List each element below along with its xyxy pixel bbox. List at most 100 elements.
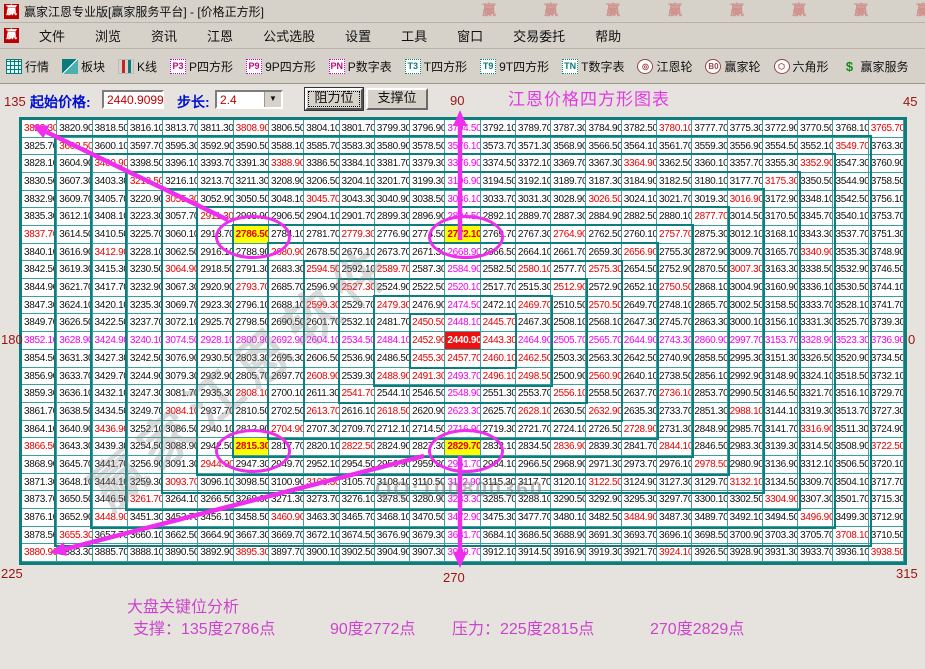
grid-cell: 3314.50 — [798, 438, 834, 456]
toolbar-item-板块[interactable]: 板块 — [62, 58, 105, 75]
grid-cell: 3602.50 — [57, 137, 93, 156]
toolbar-item-9T四方形[interactable]: T9 9T四方形 — [480, 58, 549, 75]
grid-cell: 3153.70 — [762, 332, 799, 350]
step-label: 步长: — [177, 94, 210, 110]
grid-cell: 2834.50 — [515, 438, 552, 456]
menu-item-资讯[interactable]: 资讯 — [136, 26, 192, 45]
grid-cell: 3868.90 — [22, 455, 58, 474]
grid-cell: 3792.10 — [480, 120, 516, 138]
grid-cell: 3110.50 — [410, 473, 446, 492]
watermark-logo-icon: 赢 — [792, 2, 806, 18]
grid-cell: 3079.30 — [163, 367, 199, 386]
grid-cell: 3828.10 — [22, 155, 58, 174]
step-combobox[interactable]: 2.4 ▼ — [215, 90, 283, 109]
grid-cell: 3664.90 — [198, 526, 234, 545]
grid-cell: 3144.10 — [762, 402, 799, 421]
grid-cell: 3465.70 — [339, 508, 375, 527]
grid-cell: 2748.10 — [657, 296, 693, 315]
grid-cell: 3453.70 — [163, 508, 199, 527]
grid-cell: 2779.30 — [339, 226, 375, 244]
menu-item-窗口[interactable]: 窗口 — [442, 26, 498, 45]
resistance-button[interactable]: 阻力位 — [305, 88, 363, 110]
menu-item-江恩[interactable]: 江恩 — [192, 26, 248, 45]
grid-cell: 2546.50 — [410, 385, 446, 403]
toolbar-item-T数字表[interactable]: TN T数字表 — [562, 58, 624, 75]
grid-cell: 2548.90 — [445, 385, 481, 403]
grid-cell: 3585.70 — [304, 137, 340, 156]
grid-cell: 3038.50 — [410, 190, 446, 209]
grid-cell: 2817.70 — [268, 438, 305, 456]
grid-cell: 3516.10 — [833, 385, 869, 403]
grid-cell: 3748.90 — [868, 243, 904, 262]
grid-cell: 3319.30 — [798, 402, 834, 421]
grid-cell: 3686.50 — [515, 526, 552, 545]
grid-cell: 3084.10 — [163, 402, 199, 421]
menu-item-浏览[interactable]: 浏览 — [80, 26, 136, 45]
grid-cell: 3741.70 — [868, 296, 904, 315]
grid-cell: 3705.70 — [798, 526, 834, 545]
grid-cell: 3729.70 — [868, 385, 904, 403]
menu-item-公式选股[interactable]: 公式选股 — [248, 26, 330, 45]
grid-cell: 2532.10 — [339, 314, 375, 333]
grid-cell: 3446.50 — [92, 491, 128, 509]
step-value: 2.4 — [220, 93, 237, 107]
footer-keylevel-3: 270度2829点 — [650, 621, 745, 638]
grid-cell: 2512.90 — [551, 279, 587, 297]
start-price-input[interactable]: 2440.9099 — [102, 90, 164, 109]
menu-item-设置[interactable]: 设置 — [330, 26, 386, 45]
toolbar-label: 板块 — [81, 59, 106, 74]
grid-cell: 3400.90 — [92, 155, 128, 174]
grid-cell: 2947.30 — [233, 455, 269, 474]
menu-item-帮助[interactable]: 帮助 — [580, 26, 636, 45]
grid-cell: 2942.50 — [198, 438, 234, 456]
grid-cell: 3340.90 — [798, 243, 834, 262]
grid-cell: 3369.70 — [551, 155, 587, 174]
toolbar-icon-9T四方形: T9 — [480, 58, 497, 74]
grid-cell: 3122.50 — [586, 473, 622, 492]
grid-cell: 2450.50 — [410, 314, 446, 333]
toolbar-item-六角形[interactable]: ⬡ 六角形 — [773, 58, 829, 75]
grid-cell: 2644.90 — [621, 332, 658, 350]
grid-cell: 3823.30 — [22, 120, 58, 138]
menu-item-文件[interactable]: 文件 — [24, 26, 80, 45]
grid-cell: 2560.90 — [586, 367, 622, 386]
grid-cell: 2647.30 — [621, 314, 658, 333]
grid-cell: 2709.70 — [339, 420, 375, 439]
grid-cell: 3355.30 — [762, 155, 799, 174]
grid-cell: 3391.30 — [233, 155, 269, 174]
grid-cell: 2959.30 — [410, 455, 446, 474]
grid-cell: 3081.70 — [163, 385, 199, 403]
toolbar-item-P数字表[interactable]: PN P数字表 — [328, 58, 392, 75]
grid-cell: 2452.90 — [410, 332, 446, 350]
grid-cell: 3360.10 — [692, 155, 728, 174]
grid-cell: 2860.90 — [692, 332, 728, 350]
toolbar-label: 赢家服务 — [860, 59, 909, 74]
grid-cell: 3026.50 — [586, 190, 622, 209]
grid-cell: 2637.70 — [621, 385, 658, 403]
grid-cell: 3336.10 — [798, 279, 834, 297]
toolbar-item-行情[interactable]: 行情 — [6, 58, 49, 75]
toolbar-icon-六角形: ⬡ — [773, 58, 790, 74]
grid-cell: 3424.90 — [92, 332, 128, 350]
support-button[interactable]: 支撑位 — [366, 88, 428, 110]
toolbar-item-K线[interactable]: K线 — [118, 58, 157, 75]
toolbar-item-赢家服务[interactable]: $ 赢家服务 — [842, 58, 909, 75]
grid-cell: 3470.50 — [410, 508, 446, 527]
grid-cell: 3240.10 — [127, 332, 164, 350]
grid-cell: 2875.30 — [692, 226, 728, 244]
grid-cell: 3672.10 — [304, 526, 340, 545]
menu-item-交易委托[interactable]: 交易委托 — [498, 26, 580, 45]
combo-dropdown-icon[interactable]: ▼ — [264, 92, 281, 107]
grid-cell: 2913.70 — [198, 226, 234, 244]
grid-cell: 3273.70 — [304, 491, 340, 509]
toolbar-item-赢家轮[interactable]: B0 赢家轮 — [705, 58, 761, 75]
grid-cell: 2973.70 — [621, 455, 658, 474]
toolbar-item-9P四方形[interactable]: P9 9P四方形 — [246, 58, 316, 75]
grid-cell: 3789.70 — [515, 120, 552, 138]
menu-item-工具[interactable]: 工具 — [386, 26, 442, 45]
toolbar-item-江恩轮[interactable]: ◎ 江恩轮 — [637, 58, 692, 75]
grid-cell: 3681.70 — [445, 526, 481, 545]
toolbar-item-T四方形[interactable]: T3 T四方形 — [404, 58, 467, 75]
toolbar-item-P四方形[interactable]: P3 P四方形 — [170, 58, 233, 75]
grid-cell: 3225.70 — [127, 226, 164, 244]
